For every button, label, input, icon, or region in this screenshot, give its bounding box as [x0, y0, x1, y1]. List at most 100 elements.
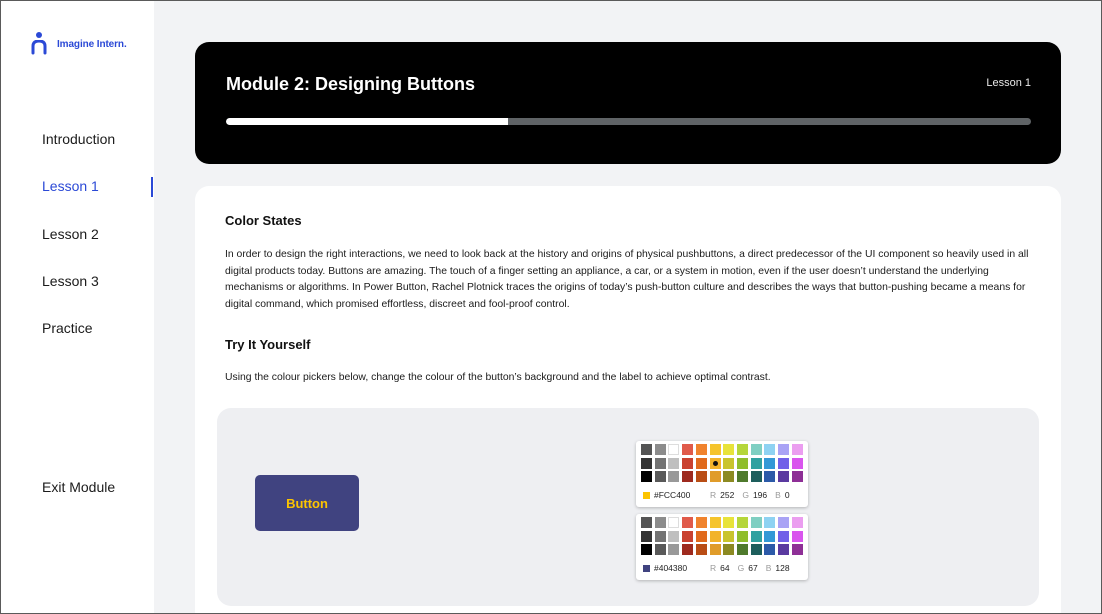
color-swatch[interactable] [682, 517, 694, 528]
color-swatch[interactable] [736, 530, 748, 542]
color-swatch[interactable] [641, 530, 652, 542]
color-swatch[interactable] [736, 517, 748, 528]
color-swatch[interactable] [709, 457, 721, 469]
color-swatch[interactable] [764, 444, 776, 455]
color-swatch[interactable] [695, 544, 707, 556]
color-swatch[interactable] [778, 457, 789, 469]
color-swatch[interactable] [668, 471, 680, 483]
color-swatch[interactable] [654, 471, 666, 483]
color-swatch[interactable] [641, 517, 652, 528]
color-swatch[interactable] [695, 471, 707, 483]
color-swatch[interactable] [723, 457, 735, 469]
color-swatch[interactable] [723, 544, 735, 556]
color-swatch[interactable] [682, 444, 694, 455]
color-swatch[interactable] [750, 457, 762, 469]
color-swatch[interactable] [791, 444, 803, 455]
color-swatch[interactable] [750, 444, 762, 455]
color-swatch[interactable] [695, 517, 707, 528]
color-swatch[interactable] [654, 457, 666, 469]
logo-text: Imagine Intern. [57, 38, 127, 50]
color-swatch[interactable] [695, 444, 707, 455]
color-swatch[interactable] [641, 471, 652, 483]
r-label: R [710, 563, 717, 573]
color-swatch[interactable] [709, 471, 721, 483]
color-swatch[interactable] [668, 530, 680, 542]
color-swatch[interactable] [764, 544, 776, 556]
color-swatch[interactable] [778, 471, 789, 483]
progress-fill [226, 118, 508, 125]
color-swatch[interactable] [750, 544, 762, 556]
color-swatch[interactable] [791, 530, 803, 542]
sidebar-item-practice[interactable]: Practice [42, 320, 93, 336]
color-swatch[interactable] [654, 544, 666, 556]
color-swatch[interactable] [764, 517, 776, 528]
color-swatch[interactable] [641, 444, 652, 455]
sidebar-item-lesson-3[interactable]: Lesson 3 [42, 273, 99, 289]
color-swatch[interactable] [723, 471, 735, 483]
module-header: Module 2: Designing Buttons Lesson 1 [195, 42, 1061, 164]
lesson-label: Lesson 1 [986, 77, 1031, 89]
color-swatch[interactable] [750, 471, 762, 483]
color-swatch[interactable] [654, 530, 666, 542]
color-swatch[interactable] [695, 530, 707, 542]
color-swatch[interactable] [668, 444, 680, 455]
color-swatch[interactable] [668, 457, 680, 469]
g-label: G [742, 490, 749, 500]
color-swatch[interactable] [791, 457, 803, 469]
color-swatch[interactable] [736, 544, 748, 556]
color-swatch[interactable] [791, 471, 803, 483]
g-value: 196 [752, 490, 768, 500]
color-swatch[interactable] [778, 544, 789, 556]
color-swatch[interactable] [764, 471, 776, 483]
sidebar-item-introduction[interactable]: Introduction [42, 131, 115, 147]
section-heading: Color States [225, 213, 302, 228]
exit-module-link[interactable]: Exit Module [42, 479, 115, 495]
r-value: 64 [720, 563, 730, 573]
color-swatch[interactable] [682, 471, 694, 483]
color-swatch[interactable] [778, 444, 789, 455]
color-swatch[interactable] [709, 530, 721, 542]
color-readout: #FCC400 R 252 G 196 B 0 [643, 489, 803, 501]
color-swatch[interactable] [764, 457, 776, 469]
color-swatch[interactable] [750, 530, 762, 542]
color-swatch[interactable] [764, 530, 776, 542]
color-swatch[interactable] [709, 544, 721, 556]
sidebar-item-lesson-2[interactable]: Lesson 2 [42, 226, 99, 242]
r-value: 252 [720, 490, 735, 500]
lesson-paragraph: In order to design the right interaction… [225, 249, 1029, 310]
demo-button[interactable]: Button [255, 475, 359, 531]
g-value: 67 [748, 563, 758, 573]
color-swatch[interactable] [668, 544, 680, 556]
color-swatch[interactable] [709, 517, 721, 528]
sidebar-item-lesson-1[interactable]: Lesson 1 [42, 178, 99, 194]
color-swatch[interactable] [654, 517, 666, 528]
color-swatch[interactable] [791, 544, 803, 556]
color-swatch[interactable] [682, 457, 694, 469]
lesson-content: Color States In order to design the righ… [195, 186, 1061, 614]
color-swatch[interactable] [682, 530, 694, 542]
g-label: G [737, 563, 745, 573]
demo-area: Button #FCC400 R 252 G 196 B 0 #404380 R… [217, 408, 1039, 606]
color-swatch[interactable] [709, 444, 721, 455]
color-swatch[interactable] [723, 530, 735, 542]
color-swatch[interactable] [778, 517, 789, 528]
background-color-picker: #404380 R 64 G 67 B 128 [636, 514, 808, 580]
color-swatch[interactable] [682, 544, 694, 556]
logo[interactable]: Imagine Intern. [31, 32, 127, 56]
color-swatch[interactable] [641, 457, 652, 469]
color-swatch[interactable] [750, 517, 762, 528]
color-swatch[interactable] [736, 457, 748, 469]
color-swatch[interactable] [791, 517, 803, 528]
color-swatch[interactable] [723, 444, 735, 455]
color-swatch[interactable] [654, 444, 666, 455]
color-swatch[interactable] [778, 530, 789, 542]
active-indicator [151, 177, 153, 197]
color-swatch[interactable] [668, 517, 680, 528]
color-swatch[interactable] [736, 444, 748, 455]
color-swatch[interactable] [641, 544, 652, 556]
color-swatch[interactable] [695, 457, 707, 469]
try-heading: Try It Yourself [225, 337, 311, 352]
color-swatch[interactable] [723, 517, 735, 528]
color-swatch[interactable] [736, 471, 748, 483]
color-chip [643, 491, 650, 499]
